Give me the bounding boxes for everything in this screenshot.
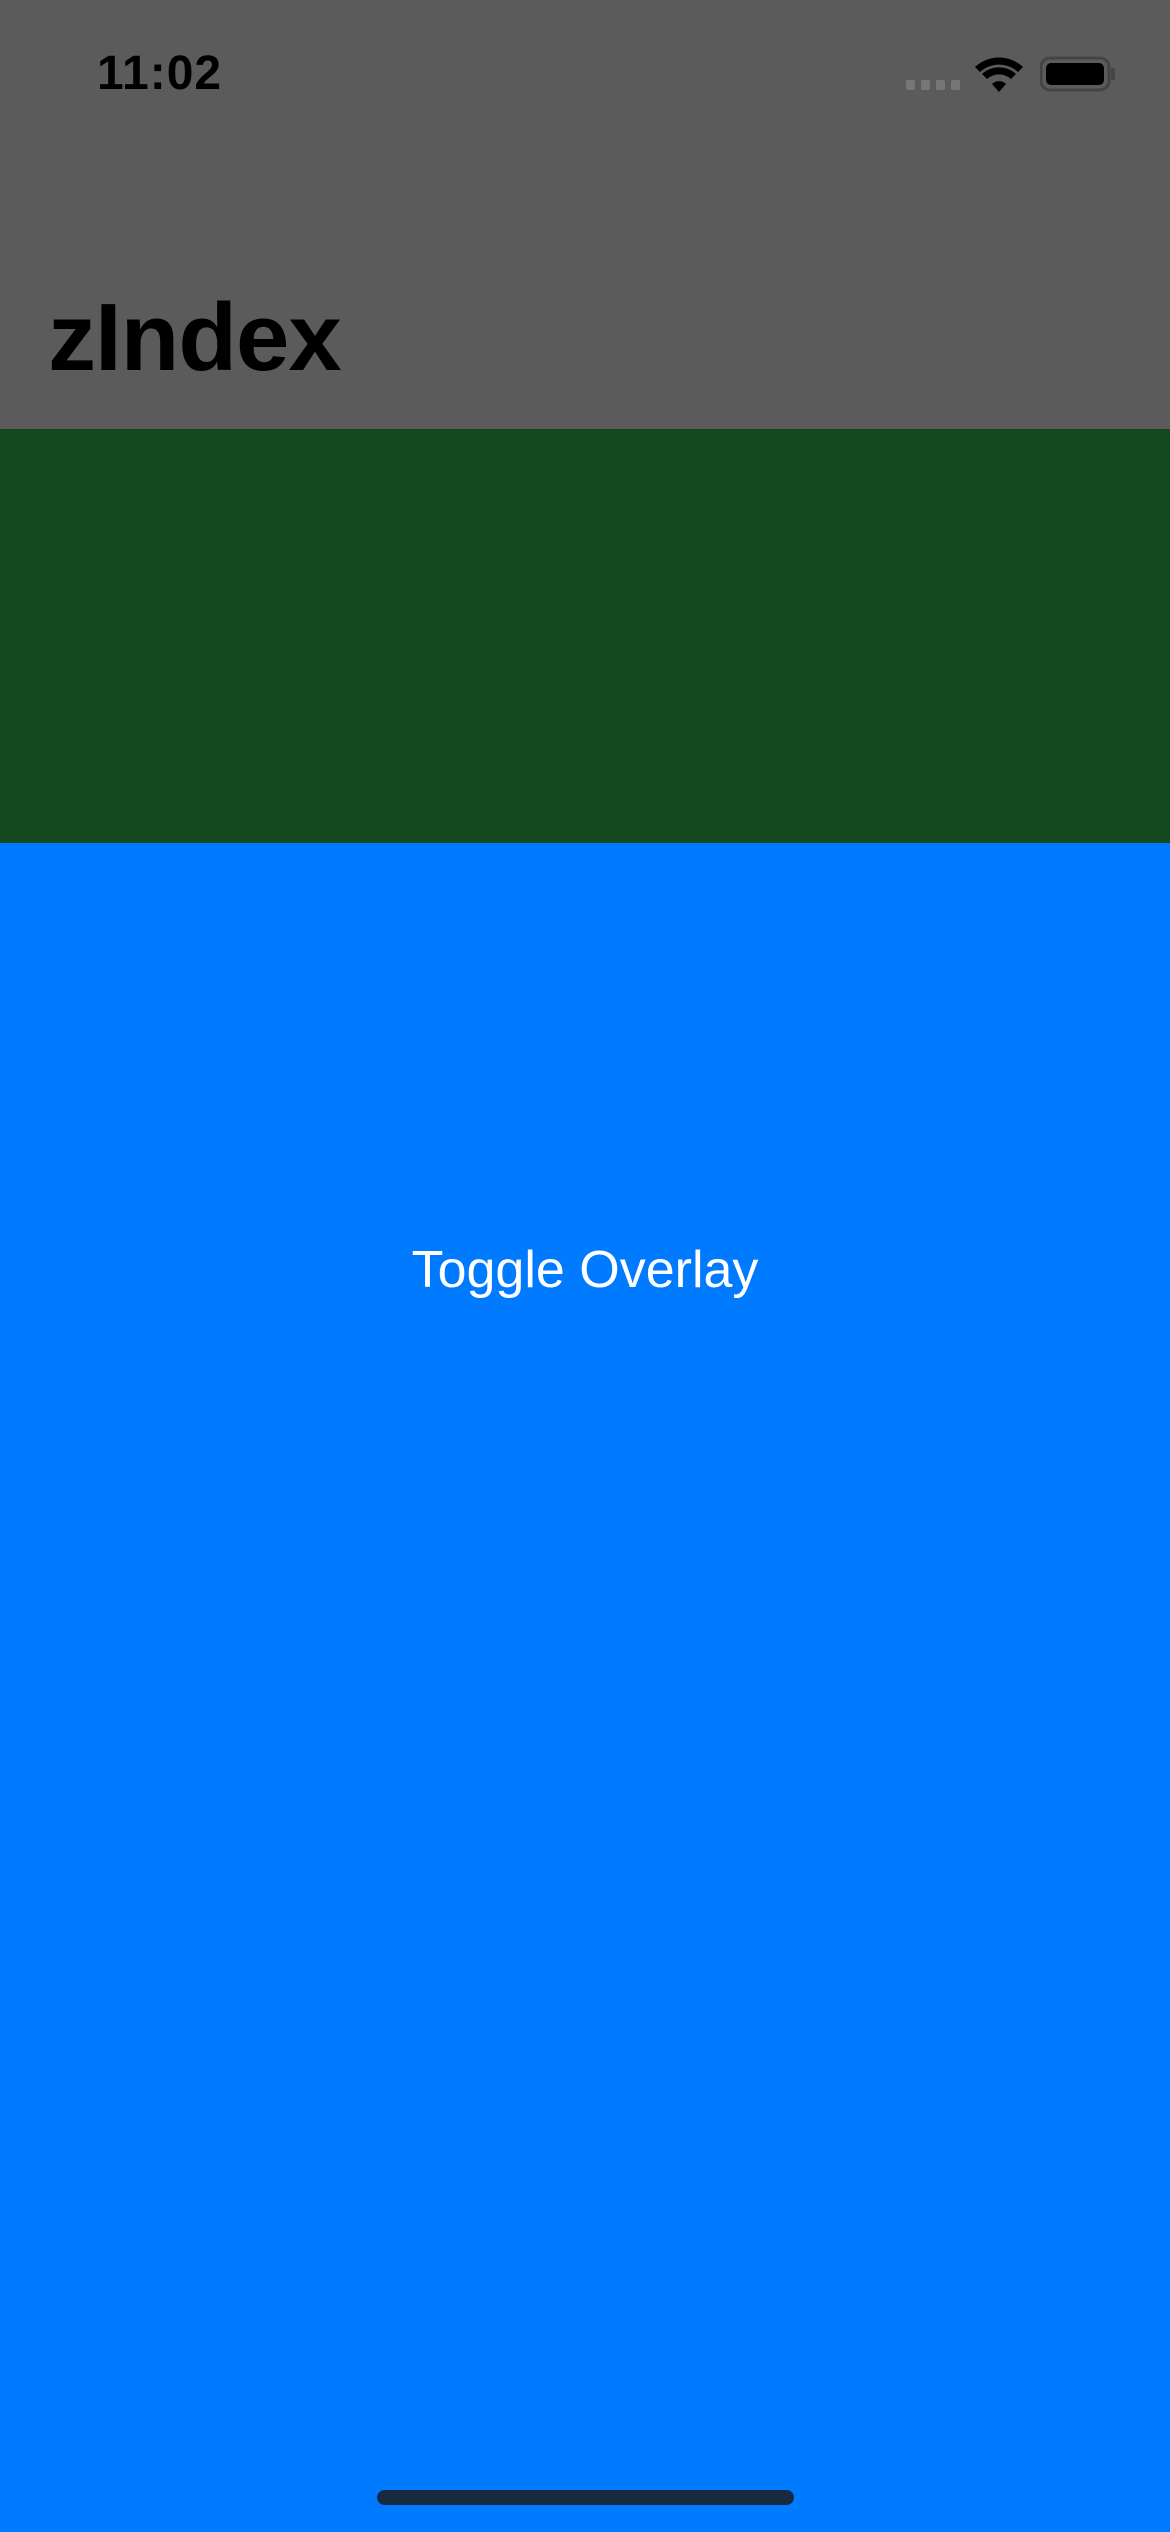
battery-icon [1040,56,1115,92]
header-overlay-region: 11:02 zIndex [0,0,1170,429]
toggle-overlay-button[interactable]: Toggle Overlay [0,1220,1170,1320]
cellular-signal-icon [906,80,960,92]
wifi-icon [975,57,1023,92]
blue-content-area [0,843,1170,2532]
app-screen: 11:02 zIndex Toggle Overlay [0,0,1170,2532]
page-title: zIndex [48,284,342,391]
green-overlay-band [0,429,1170,843]
home-indicator[interactable] [377,2490,794,2505]
status-time: 11:02 [97,47,223,100]
status-bar: 11:02 [0,0,1170,150]
